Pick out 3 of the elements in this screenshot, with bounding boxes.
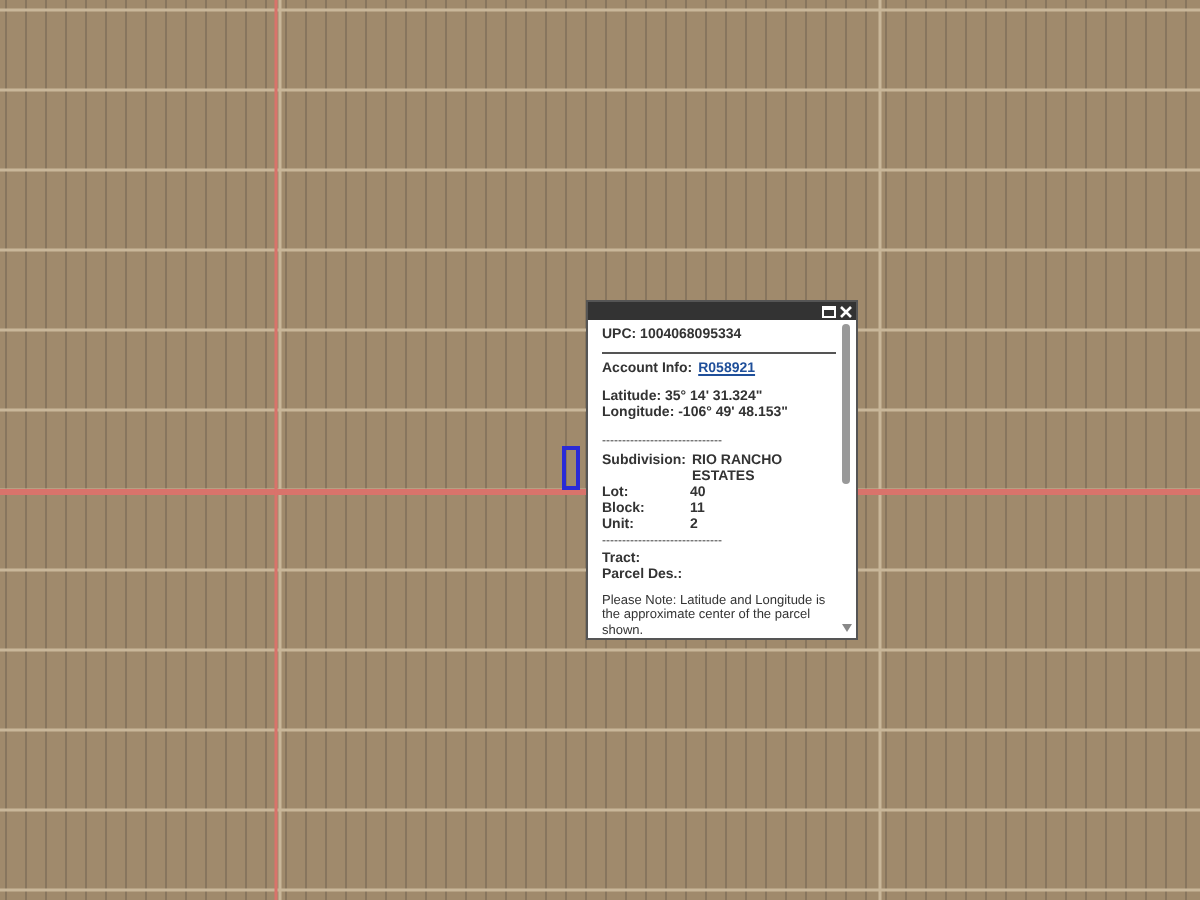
close-icon[interactable] (840, 305, 852, 317)
maximize-icon[interactable] (822, 305, 836, 317)
scroll-down-icon[interactable] (841, 624, 851, 632)
